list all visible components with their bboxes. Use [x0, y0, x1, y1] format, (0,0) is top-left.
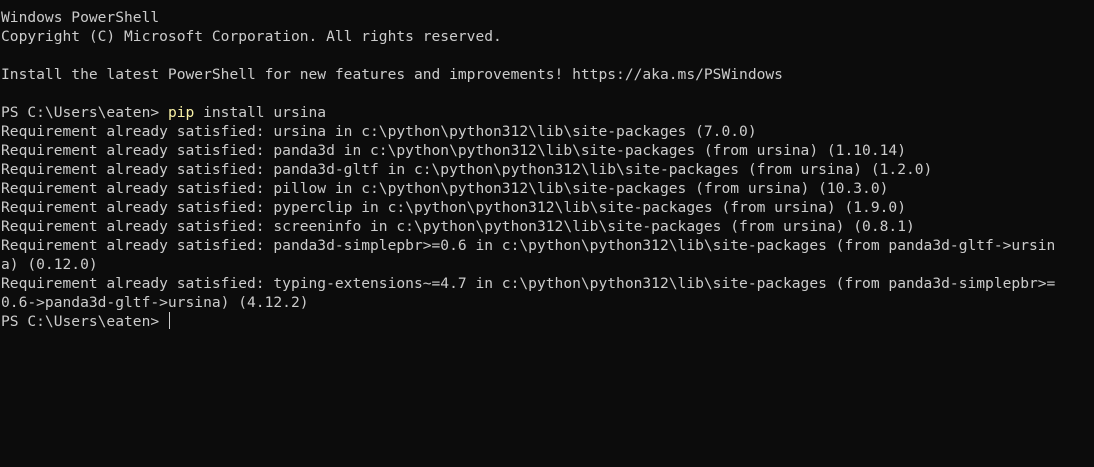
terminal-window[interactable]: Windows PowerShell Copyright (C) Microso… [0, 0, 1094, 467]
header-title-line: Windows PowerShell [1, 9, 160, 26]
prompt: PS C:\Users\eaten> [1, 104, 168, 121]
terminal-top-edge [0, 0, 1094, 2]
output-line: Requirement already satisfied: panda3d i… [1, 142, 906, 159]
command-name: pip [167, 104, 195, 121]
output-line: a) (0.12.0) [1, 256, 98, 273]
output-line: Requirement already satisfied: typing-ex… [1, 275, 1056, 292]
output-line: Requirement already satisfied: panda3d-g… [1, 161, 933, 178]
install-notice-line: Install the latest PowerShell for new fe… [1, 66, 783, 83]
input-line[interactable]: PS C:\Users\eaten> [1, 312, 1094, 331]
command-args: install ursina [194, 104, 327, 121]
command-line: PS C:\Users\eaten> pip install ursina [1, 103, 1094, 122]
output-line: Requirement already satisfied: pillow in… [1, 180, 889, 197]
output-line: Requirement already satisfied: screeninf… [1, 218, 915, 235]
text-cursor[interactable] [168, 312, 170, 329]
output-line: Requirement already satisfied: ursina in… [1, 123, 757, 140]
output-line: 0.6->panda3d-gltf->ursina) (4.12.2) [1, 294, 309, 311]
final-prompt: PS C:\Users\eaten> [1, 313, 168, 330]
output-line: Requirement already satisfied: pyperclip… [1, 199, 906, 216]
output-line: Requirement already satisfied: panda3d-s… [1, 237, 1056, 254]
header-copyright-line: Copyright (C) Microsoft Corporation. All… [1, 28, 502, 45]
